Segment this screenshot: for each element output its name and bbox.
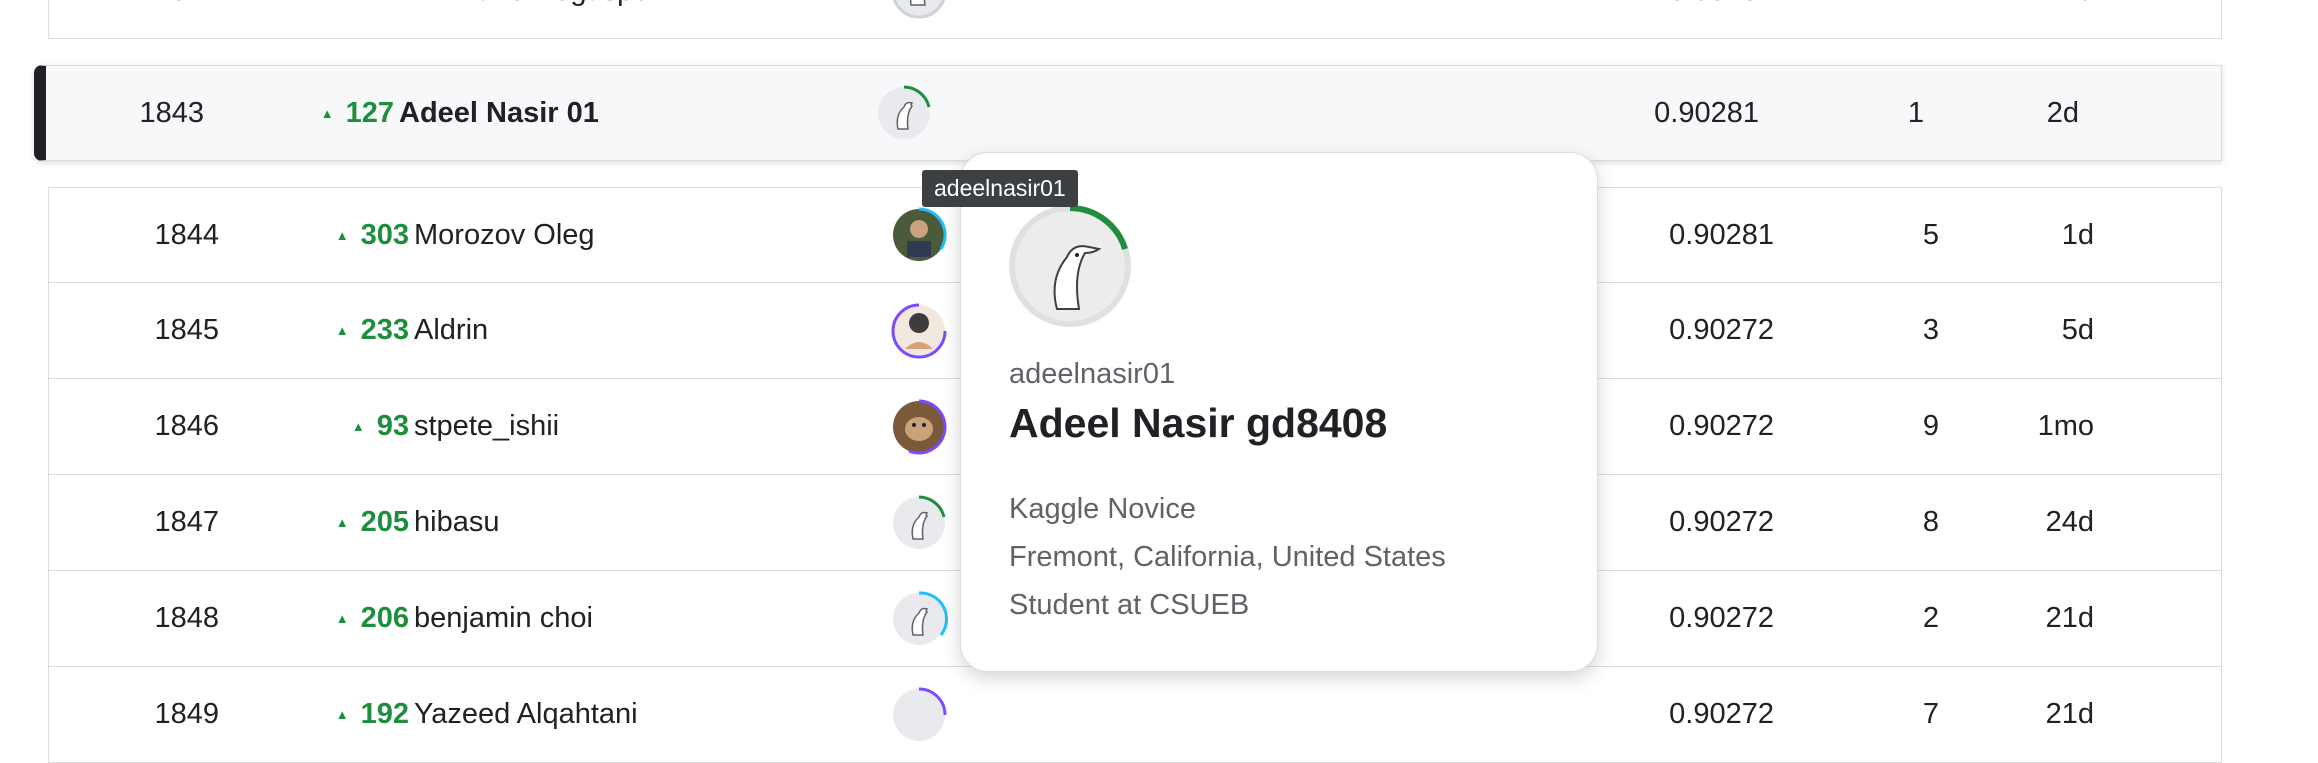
profile-location: Fremont, California, United States [1009,541,1446,573]
rank-cell: 1843 [139,96,204,129]
entries-cell: 11 [1859,0,1939,38]
last-submission-cell: 24d [2045,506,2094,538]
goose-icon [893,495,946,549]
triangle-up-icon: ▲ [335,227,349,243]
rank-cell: 1847 [154,506,219,538]
last-submission-cell: 1d [2061,218,2094,251]
delta-cell: ▲ 205 [335,506,409,538]
leaderboard: 1842 ▼ 247 Emiliano Degasperi 0.90281 11… [0,0,2318,763]
team-name[interactable]: Yazeed Alqahtani [414,667,914,762]
team-name[interactable]: hibasu [414,475,914,570]
table-row[interactable]: 1849 ▲ 192 Yazeed Alqahtani 0.90272 7 21d [48,667,2222,763]
entries-cell: 9 [1922,410,1939,442]
delta-cell: ▲ 206 [335,602,409,634]
last-submission-cell: 21d [2045,698,2094,730]
score-cell: 0.90281 [1549,0,1774,38]
entries-cell: 1 [1907,96,1924,129]
profile-hover-card[interactable]: adeelnasir01 Adeel Nasir gd8408 Kaggle N… [960,152,1598,672]
rank-cell: 1844 [154,218,219,251]
triangle-up-icon: ▲ [320,105,334,121]
team-name[interactable]: Emiliano Degasperi [414,0,914,38]
avatar[interactable] [884,571,954,666]
last-submission-cell: 21d [2045,602,2094,634]
entries-cell: 3 [1922,314,1939,346]
delta-cell: ▲ 303 [335,218,409,251]
last-submission-cell: 1d [1979,0,2094,38]
triangle-up-icon: ▲ [351,419,365,434]
score-cell: 0.90281 [1654,96,1759,129]
avatar[interactable] [884,475,954,570]
rank-cell: 1845 [154,314,219,346]
team-name[interactable]: Adeel Nasir 01 [399,66,899,160]
triangle-up-icon: ▲ [335,323,349,338]
rank-cell: 1846 [154,410,219,442]
profile-tier: Kaggle Novice [1009,493,1196,525]
triangle-up-icon: ▲ [335,611,349,626]
entries-cell: 2 [1922,602,1939,634]
rank-cell: 1842 [109,0,219,38]
delta-cell: ▼ 247 [259,0,409,38]
last-submission-cell: 2d [2046,96,2079,129]
profile-display-name[interactable]: Adeel Nasir gd8408 [1009,400,1387,447]
score-cell: 0.90272 [1669,698,1774,730]
delta-cell: ▲ 233 [335,314,409,346]
delta-cell: ▲ 127 [320,96,394,129]
avatar[interactable] [884,283,954,378]
rank-cell: 1849 [154,698,219,730]
team-name[interactable]: Aldrin [414,283,914,378]
triangle-up-icon: ▲ [335,515,349,530]
last-submission-cell: 1mo [2037,410,2094,442]
team-name[interactable]: Morozov Oleg [414,188,914,282]
avatar[interactable] [884,667,954,762]
delta-cell: ▲ 192 [335,698,409,730]
delta-cell: ▲ 93 [351,410,409,442]
avatar[interactable] [884,0,954,38]
goose-icon [893,590,949,645]
table-row[interactable]: 1842 ▼ 247 Emiliano Degasperi 0.90281 11… [48,0,2222,39]
last-submission-cell: 5d [2061,314,2094,346]
team-name[interactable]: benjamin choi [414,571,914,666]
profile-occupation: Student at CSUEB [1009,589,1250,621]
entries-cell: 7 [1922,698,1939,730]
entries-cell: 5 [1922,218,1939,251]
table-row-highlighted[interactable]: 1843 ▲ 127 Adeel Nasir 01 0.90281 1 2d [34,65,2222,161]
profile-username[interactable]: adeelnasir01 [1009,358,1175,391]
goose-icon [1009,205,1131,327]
entries-cell: 8 [1922,506,1939,538]
avatar[interactable] [869,66,939,160]
rank-cell: 1848 [154,602,219,634]
avatar[interactable] [884,379,954,474]
team-name[interactable]: stpete_ishii [414,379,914,474]
triangle-up-icon: ▲ [335,707,349,722]
avatar-tooltip: adeelnasir01 [922,170,1078,207]
goose-icon [878,85,931,139]
